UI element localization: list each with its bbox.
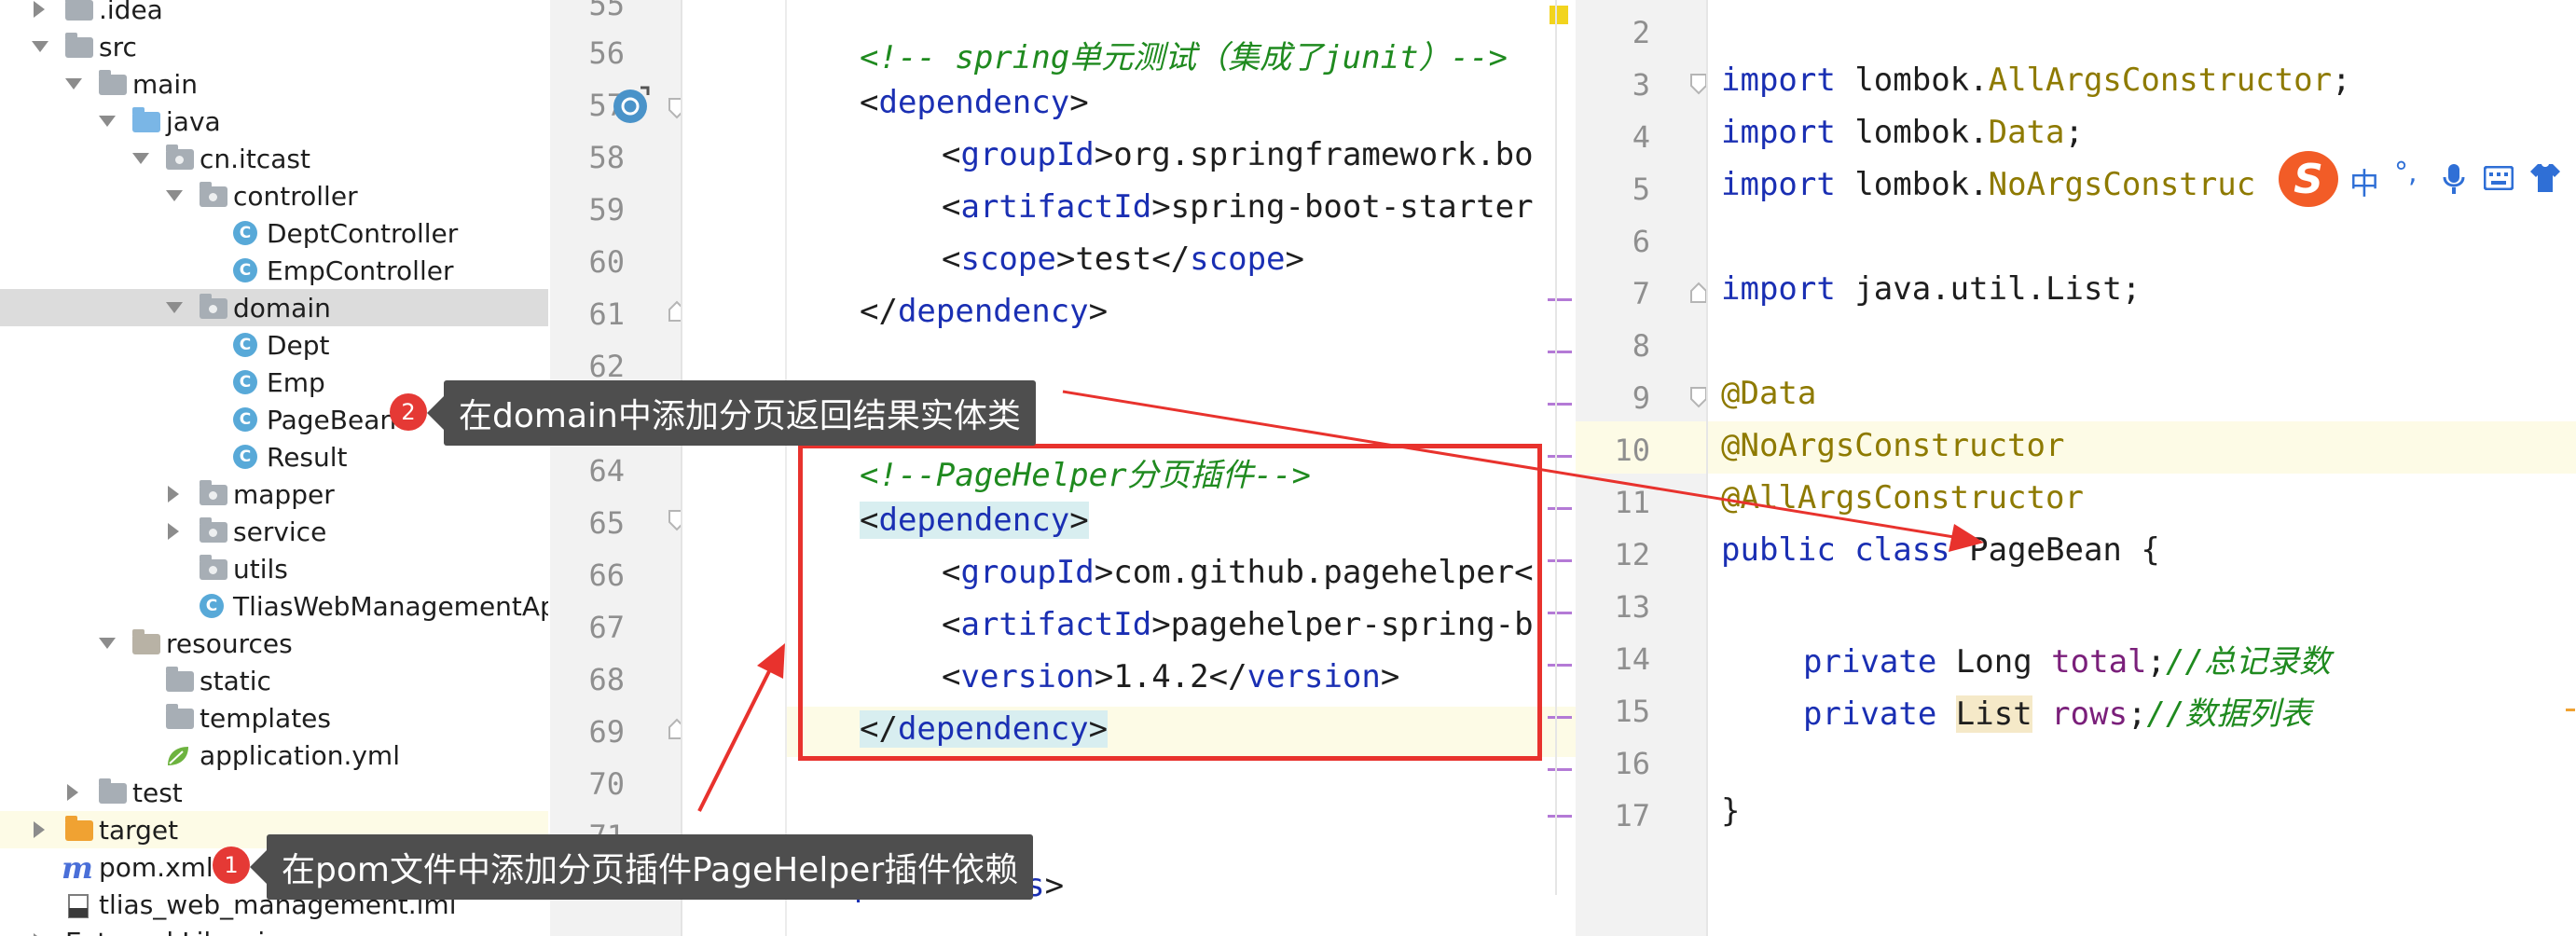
arrow-to-pagebean — [1062, 390, 1966, 541]
annotation-arrows — [697, 390, 1984, 812]
arrow-to-pom-box — [697, 657, 778, 812]
arrow-head — [1949, 524, 1984, 552]
annotation-tooltip-domain: 在domain中添加分页返回结果实体类 — [427, 380, 1036, 446]
arrow-head — [757, 643, 785, 679]
step-badge-1: 1 — [213, 847, 250, 884]
step-badge-2: 2 — [390, 393, 427, 431]
annotation-tooltip-pom: 在pom文件中添加分页插件PageHelper插件依赖 — [249, 834, 1034, 900]
